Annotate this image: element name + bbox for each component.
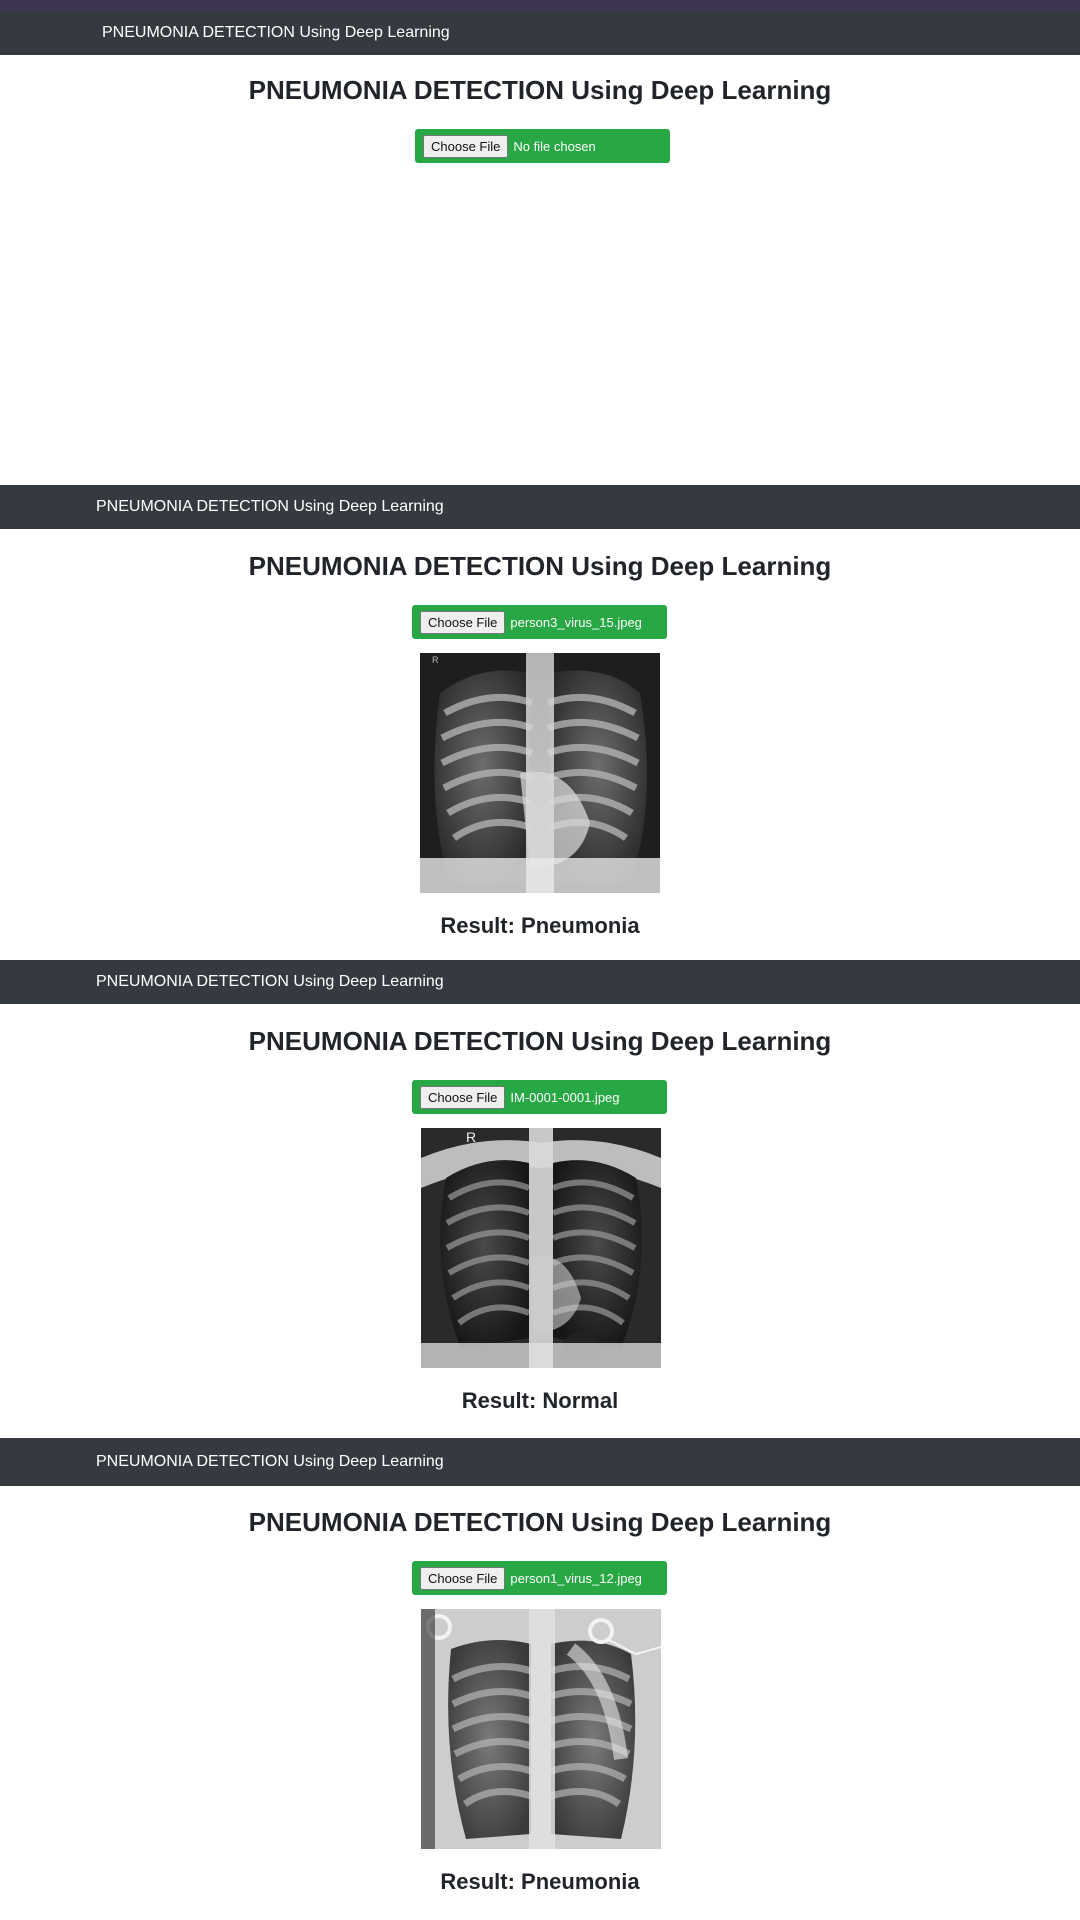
chest-xray-image: R: [421, 1128, 661, 1368]
browser-top-strip: [0, 0, 1080, 11]
page-title: PNEUMONIA DETECTION Using Deep Learning: [248, 551, 832, 581]
navbar-brand[interactable]: PNEUMONIA DETECTION Using Deep Learning: [96, 973, 444, 991]
xray-marker: R: [466, 1129, 476, 1145]
file-name-label: person1_virus_12.jpeg: [510, 1570, 642, 1586]
file-upload-field[interactable]: Choose File person1_virus_12.jpeg: [412, 1561, 667, 1595]
file-name-label: IM-0001-0001.jpeg: [510, 1089, 620, 1105]
navbar: PNEUMONIA DETECTION Using Deep Learning: [0, 11, 1080, 55]
app-panel-2: PNEUMONIA DETECTION Using Deep Learning …: [0, 485, 1080, 960]
app-panel-4: PNEUMONIA DETECTION Using Deep Learning …: [0, 1435, 1080, 1920]
choose-file-button[interactable]: Choose File: [420, 1566, 506, 1590]
navbar: PNEUMONIA DETECTION Using Deep Learning: [0, 960, 1080, 1004]
file-upload-field[interactable]: Choose File No file chosen: [415, 129, 670, 163]
page-title: PNEUMONIA DETECTION Using Deep Learning: [248, 1026, 832, 1056]
choose-file-button[interactable]: Choose File: [420, 610, 506, 634]
result-text: Result: Pneumonia: [440, 913, 640, 938]
xray-marker: R: [432, 655, 439, 665]
chest-xray-image: R: [420, 653, 660, 893]
file-name-label: person3_virus_15.jpeg: [510, 614, 642, 630]
page-title: PNEUMONIA DETECTION Using Deep Learning: [248, 75, 832, 105]
navbar-brand[interactable]: PNEUMONIA DETECTION Using Deep Learning: [96, 1453, 444, 1471]
choose-file-button[interactable]: Choose File: [423, 134, 509, 158]
file-upload-field[interactable]: Choose File IM-0001-0001.jpeg: [412, 1080, 667, 1114]
chest-xray-image: [421, 1609, 661, 1849]
result-text: Result: Pneumonia: [440, 1869, 640, 1894]
navbar: PNEUMONIA DETECTION Using Deep Learning: [0, 1438, 1080, 1486]
file-name-label: No file chosen: [513, 138, 596, 154]
navbar-brand[interactable]: PNEUMONIA DETECTION Using Deep Learning: [96, 498, 444, 516]
app-panel-1: PNEUMONIA DETECTION Using Deep Learning …: [0, 11, 1080, 485]
choose-file-button[interactable]: Choose File: [420, 1085, 506, 1109]
app-panel-3: PNEUMONIA DETECTION Using Deep Learning …: [0, 960, 1080, 1435]
page-title: PNEUMONIA DETECTION Using Deep Learning: [248, 1507, 832, 1537]
navbar: PNEUMONIA DETECTION Using Deep Learning: [0, 485, 1080, 529]
result-text: Result: Normal: [461, 1388, 619, 1413]
navbar-brand[interactable]: PNEUMONIA DETECTION Using Deep Learning: [102, 24, 450, 42]
file-upload-field[interactable]: Choose File person3_virus_15.jpeg: [412, 605, 667, 639]
